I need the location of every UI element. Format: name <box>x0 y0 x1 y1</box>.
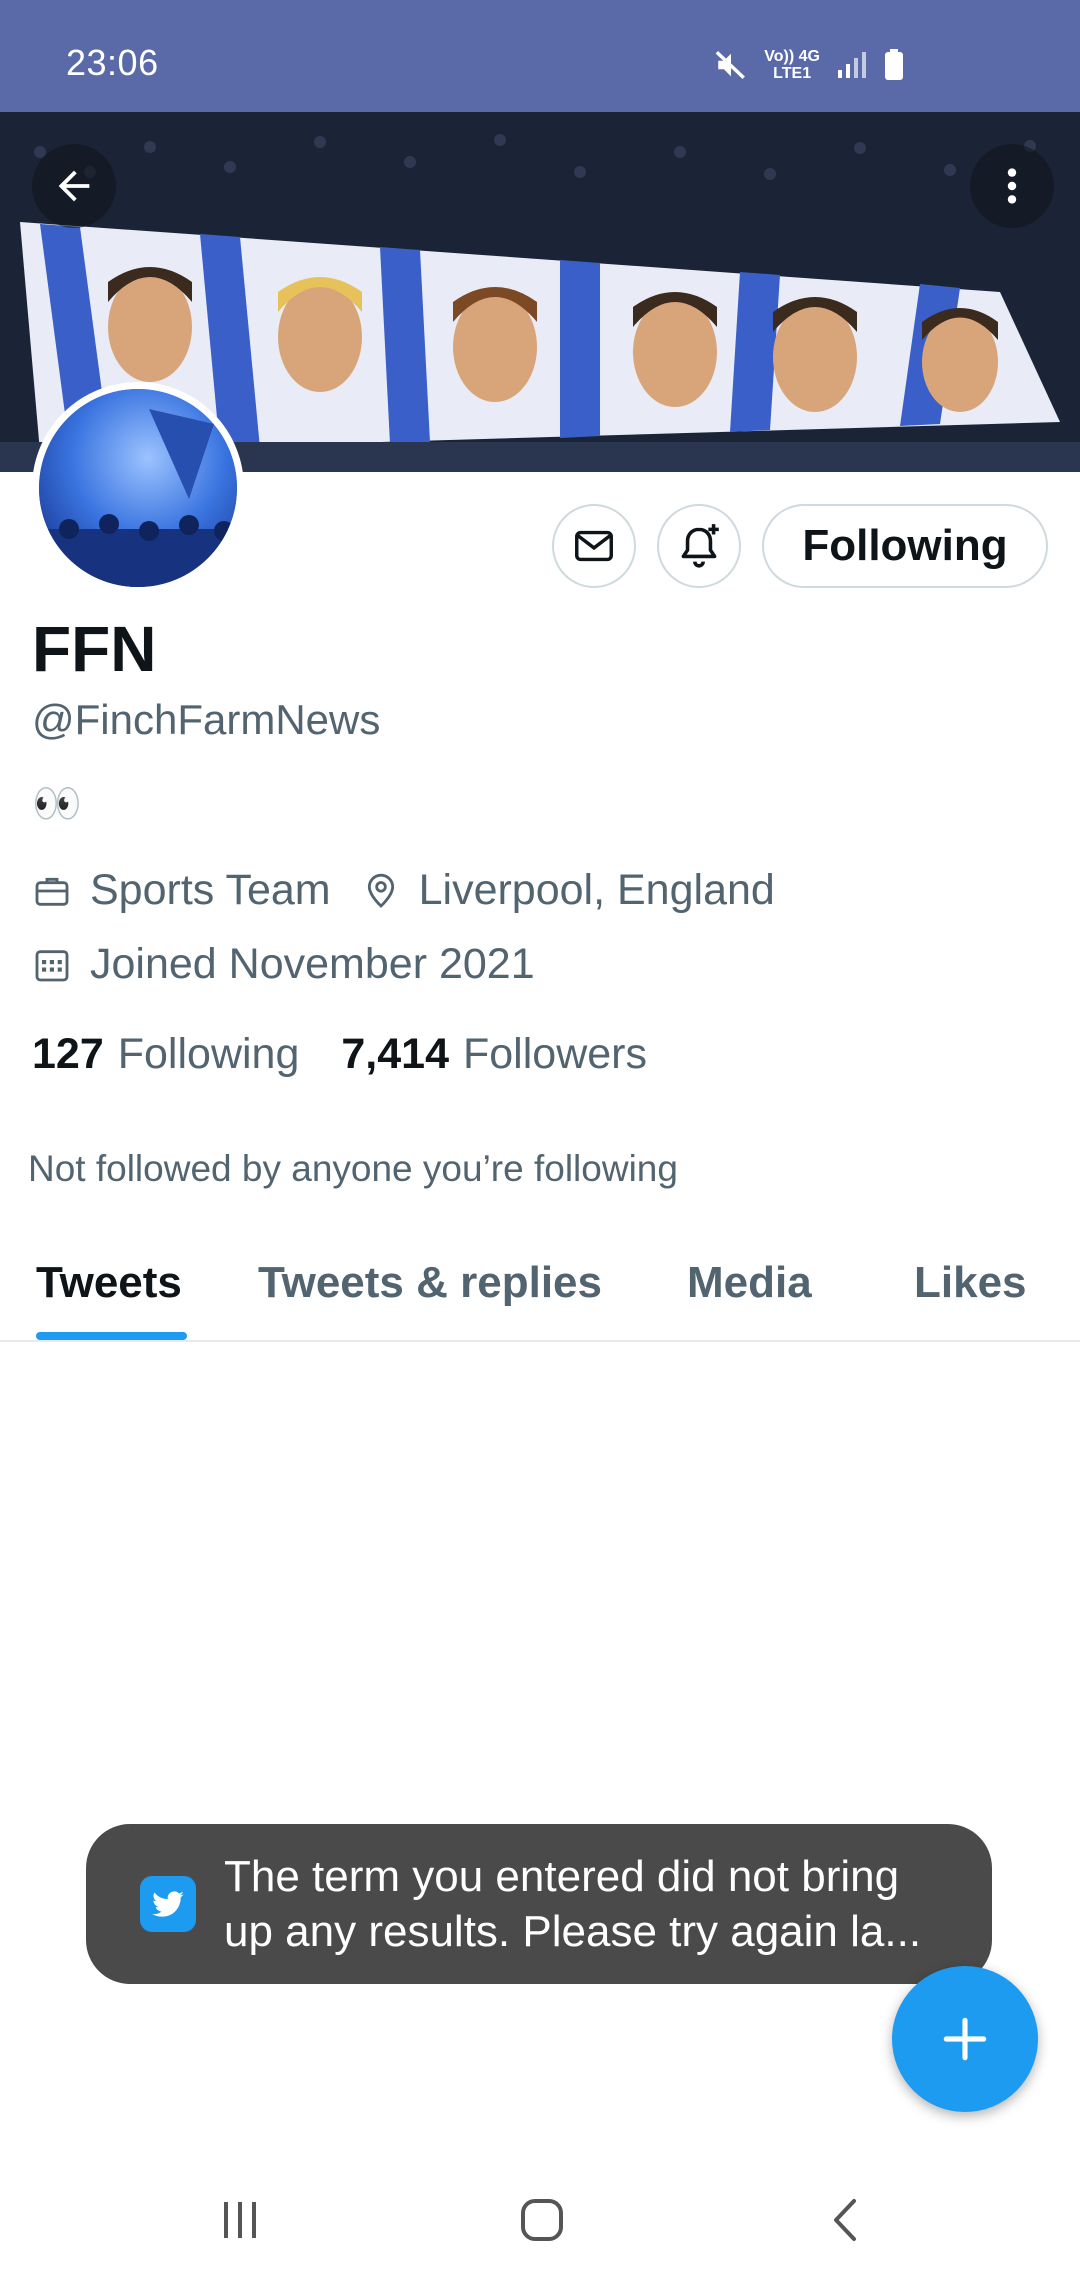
more-options-button[interactable] <box>970 144 1054 228</box>
mutual-followers-note: Not followed by anyone you’re following <box>28 1148 678 1189</box>
followers-count: 7,414 <box>341 1030 449 1078</box>
network-label-top: Vo)) 4G <box>764 48 820 65</box>
back-icon <box>834 2199 856 2241</box>
following-count: 127 <box>32 1030 104 1078</box>
message-button[interactable] <box>552 504 636 588</box>
network-label-bottom: LTE1 <box>773 65 812 82</box>
briefcase-icon <box>35 877 69 906</box>
toast-text: The term you entered did not bring up an… <box>224 1852 922 1956</box>
back-arrow-icon <box>58 170 90 202</box>
profile-meta-row: Sports Team Liverpool, England <box>32 866 775 915</box>
profile-joined-row: Joined November 2021 <box>32 940 535 989</box>
plus-icon <box>943 2017 987 2061</box>
bio: 👀 <box>32 782 82 826</box>
following-button[interactable]: Following <box>762 504 1048 588</box>
user-handle: @FinchFarmNews <box>32 696 381 743</box>
recents-icon <box>224 2202 256 2238</box>
system-nav-bar <box>0 2160 1080 2280</box>
system-back-button[interactable] <box>806 2190 886 2250</box>
follow-counts: 127 Following 7,414 Followers <box>32 1030 647 1079</box>
signal-icon <box>838 52 866 78</box>
display-name: FFN <box>32 613 157 685</box>
profile-location: Liverpool, England <box>418 866 775 914</box>
followers-count-link[interactable]: 7,414 Followers <box>341 1030 647 1079</box>
profile-category: Sports Team <box>90 866 331 914</box>
recents-button[interactable] <box>200 2190 280 2250</box>
toast-message: The term you entered did not bring up an… <box>86 1824 992 1984</box>
tab-likes[interactable]: Likes <box>914 1258 1027 1308</box>
active-tab-indicator <box>36 1332 187 1340</box>
tab-tweets-replies[interactable]: Tweets & replies <box>258 1258 602 1308</box>
status-icons: Vo)) 4G LTE1 <box>714 48 904 82</box>
profile-tabs: Tweets Tweets & replies Media Likes <box>0 1240 1080 1342</box>
compose-tweet-button[interactable] <box>892 1966 1038 2112</box>
more-vertical-icon <box>1007 168 1017 204</box>
following-label: Following <box>117 1030 300 1078</box>
location-pin-icon <box>367 873 394 908</box>
status-time: 23:06 <box>66 42 159 83</box>
notifications-button[interactable] <box>657 504 741 588</box>
followers-label: Followers <box>463 1030 647 1078</box>
following-count-link[interactable]: 127 Following <box>32 1030 299 1079</box>
avatar-image <box>39 389 237 587</box>
avatar[interactable] <box>32 382 244 594</box>
bell-plus-icon <box>681 524 719 568</box>
back-button[interactable] <box>32 144 116 228</box>
home-icon <box>521 2199 563 2241</box>
home-button[interactable] <box>502 2190 582 2250</box>
tab-tweets[interactable]: Tweets <box>36 1258 182 1308</box>
mail-icon <box>575 530 613 562</box>
tab-media[interactable]: Media <box>687 1258 812 1308</box>
status-bar: 23:06 Vo)) 4G LTE1 <box>0 0 1080 112</box>
calendar-icon <box>35 949 69 981</box>
battery-icon <box>885 49 903 80</box>
twitter-bird-icon <box>140 1876 196 1932</box>
profile-joined-date: Joined November 2021 <box>90 940 535 988</box>
network-indicator: Vo)) 4G LTE1 <box>764 48 820 82</box>
mute-icon <box>715 51 746 79</box>
